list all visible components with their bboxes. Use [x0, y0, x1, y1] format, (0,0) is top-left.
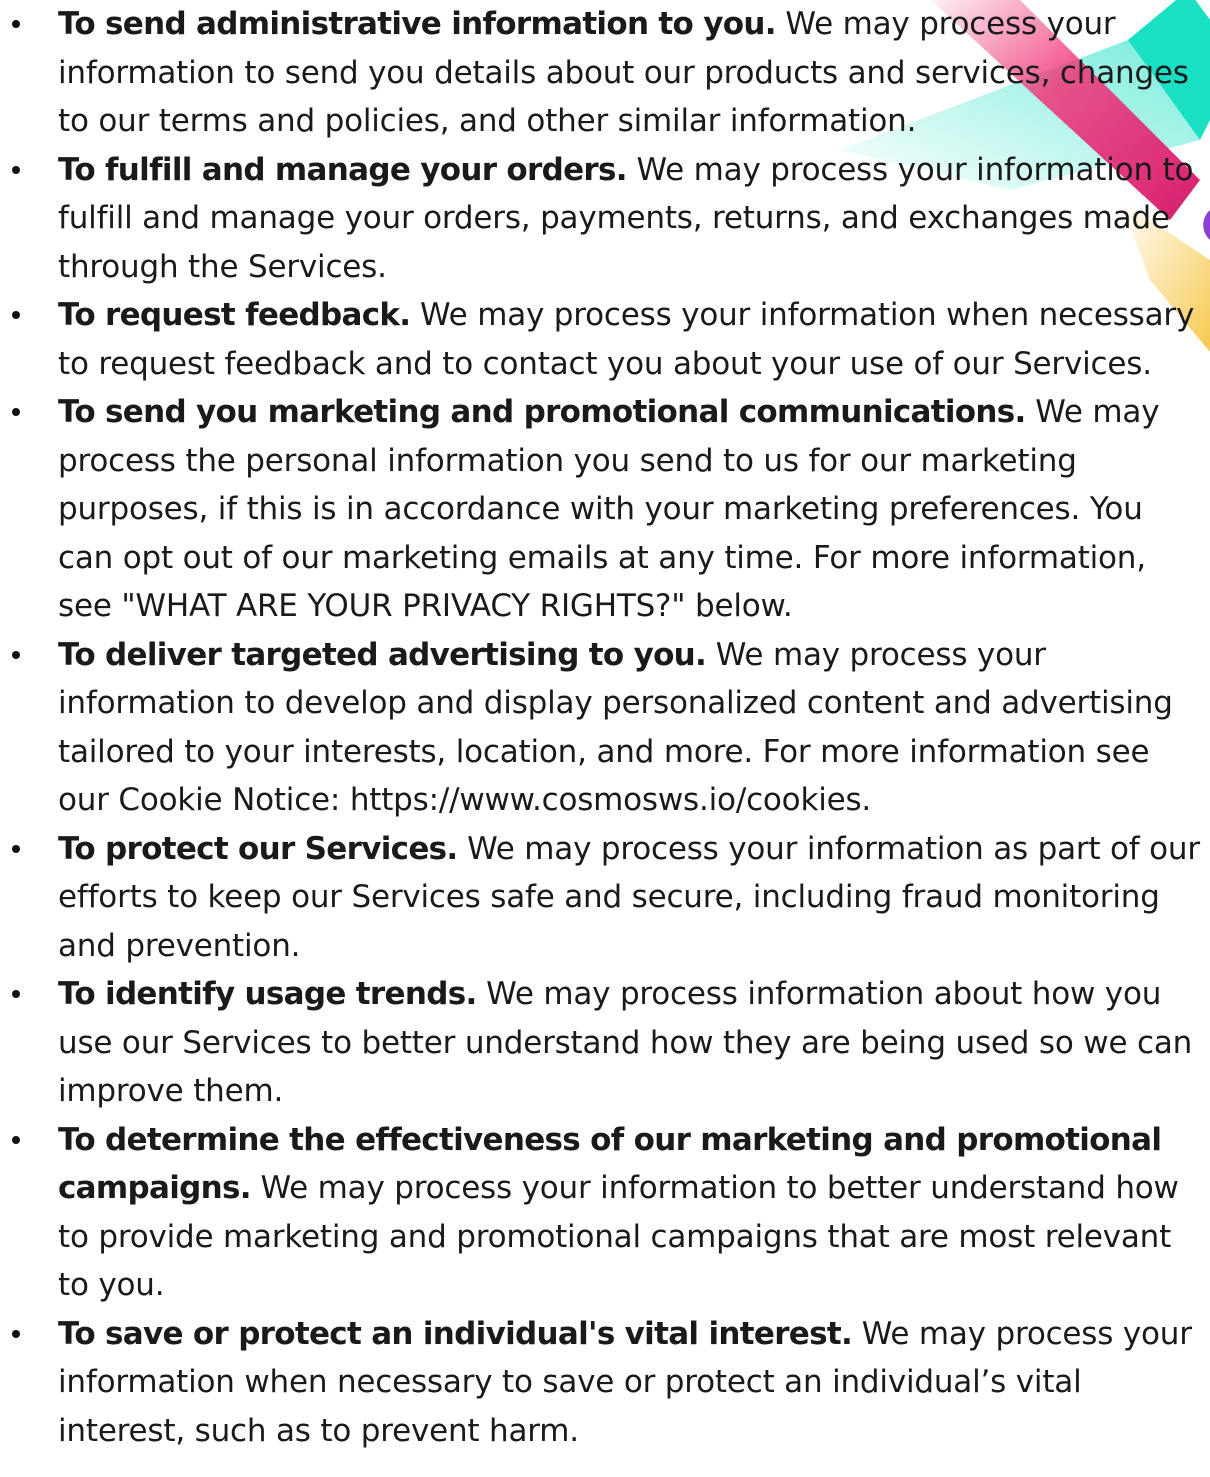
list-item: To identify usage trends. We may process…: [0, 970, 1210, 1116]
purpose-list: To send administrative information to yo…: [0, 0, 1210, 1455]
item-title: To request feedback.: [58, 297, 411, 333]
bullet-icon: [12, 20, 20, 28]
bullet-icon: [12, 311, 20, 319]
processing-purposes: To send administrative information to yo…: [0, 0, 1210, 1455]
item-title: To deliver targeted advertising to you.: [58, 636, 707, 673]
item-title: To protect our Services.: [58, 830, 458, 867]
bullet-icon: [12, 1329, 20, 1338]
bullet-icon: [12, 1135, 20, 1144]
bullet-icon: [12, 844, 20, 853]
bullet-icon: [12, 990, 20, 998]
list-item: To send administrative information to yo…: [0, 0, 1210, 146]
list-item: To fulfill and manage your orders. We ma…: [0, 146, 1210, 292]
list-item: To send you marketing and promotional co…: [0, 388, 1210, 631]
item-title: To send administrative information to yo…: [58, 6, 776, 42]
bullet-icon: [12, 408, 20, 416]
list-item: To save or protect an individual's vital…: [0, 1310, 1210, 1456]
list-item: To deliver targeted advertising to you. …: [0, 631, 1210, 825]
list-item: To request feedback. We may process your…: [0, 291, 1210, 388]
item-title: To save or protect an individual's vital…: [58, 1315, 853, 1352]
list-item: To determine the effectiveness of our ma…: [0, 1116, 1210, 1310]
item-title: To identify usage trends.: [58, 976, 477, 1012]
item-title: To send you marketing and promotional co…: [58, 394, 1026, 430]
item-title: To fulfill and manage your orders.: [58, 151, 628, 188]
bullet-icon: [12, 650, 20, 659]
list-item: To protect our Services. We may process …: [0, 825, 1210, 971]
bullet-icon: [12, 165, 20, 174]
